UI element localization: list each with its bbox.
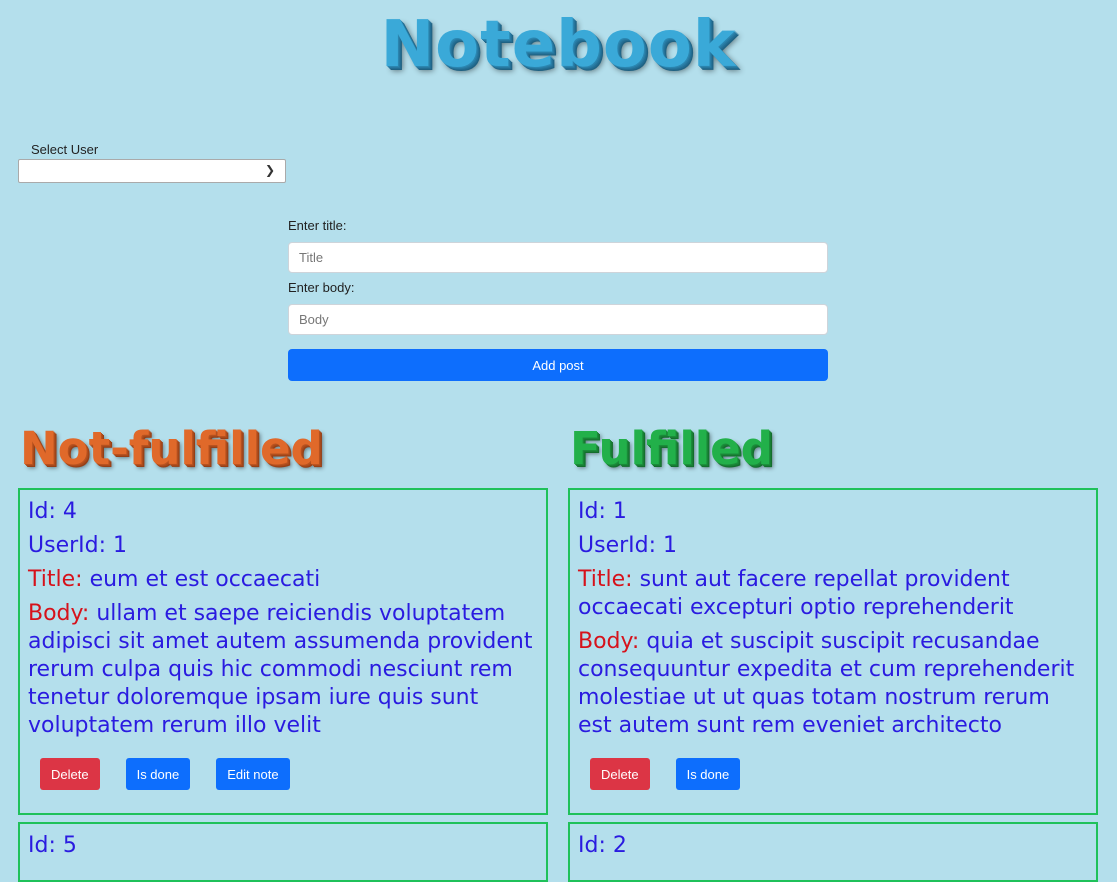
note-card: Id: 2 [568,822,1098,882]
note-card: Id: 1 UserId: 1 Title: sunt aut facere r… [568,488,1098,815]
note-user-id: UserId: 1 [578,533,677,558]
body-label: Body: [578,629,640,654]
note-id: Id: 4 [28,499,77,524]
chevron-down-icon: ❯ [264,163,275,177]
note-actions: Delete Is done [578,758,1088,790]
note-title-text: eum et est occaecati [89,567,321,592]
title-field-label: Enter title: [288,218,347,233]
note-id: Id: 5 [28,833,77,858]
note-actions: Delete Is done Edit note [28,758,538,790]
select-user-label: Select User [31,142,99,157]
title-input[interactable] [288,242,828,273]
note-user-id: UserId: 1 [28,533,127,558]
note-body-text: ullam et saepe reiciendis voluptatem adi… [28,601,533,738]
delete-button[interactable]: Delete [40,758,100,790]
not-fulfilled-heading: Not-fulfilled [20,422,323,475]
body-label: Body: [28,601,90,626]
note-title-text: sunt aut facere repellat provident occae… [578,567,1014,620]
title-label: Title: [28,567,83,592]
note-body: Body: ullam et saepe reiciendis voluptat… [28,600,538,740]
note-title: Title: sunt aut facere repellat providen… [578,566,1088,622]
is-done-button[interactable]: Is done [675,758,741,790]
note-card: Id: 5 [18,822,548,882]
is-done-button[interactable]: Is done [125,758,191,790]
title-label: Title: [578,567,633,592]
note-card: Id: 4 UserId: 1 Title: eum et est occaec… [18,488,548,815]
edit-note-button[interactable]: Edit note [216,758,290,790]
note-body: Body: quia et suscipit suscipit recusand… [578,628,1088,740]
add-post-button[interactable]: Add post [288,349,828,381]
note-id: Id: 1 [578,499,627,524]
fulfilled-heading: Fulfilled [570,422,773,475]
page-title: Notebook [380,8,737,82]
body-field-label: Enter body: [288,280,355,295]
note-id: Id: 2 [578,833,627,858]
body-input[interactable] [288,304,828,335]
note-body-text: quia et suscipit suscipit recusandae con… [578,629,1075,738]
delete-button[interactable]: Delete [590,758,650,790]
note-title: Title: eum et est occaecati [28,566,538,594]
user-select[interactable]: ❯ [18,159,286,183]
